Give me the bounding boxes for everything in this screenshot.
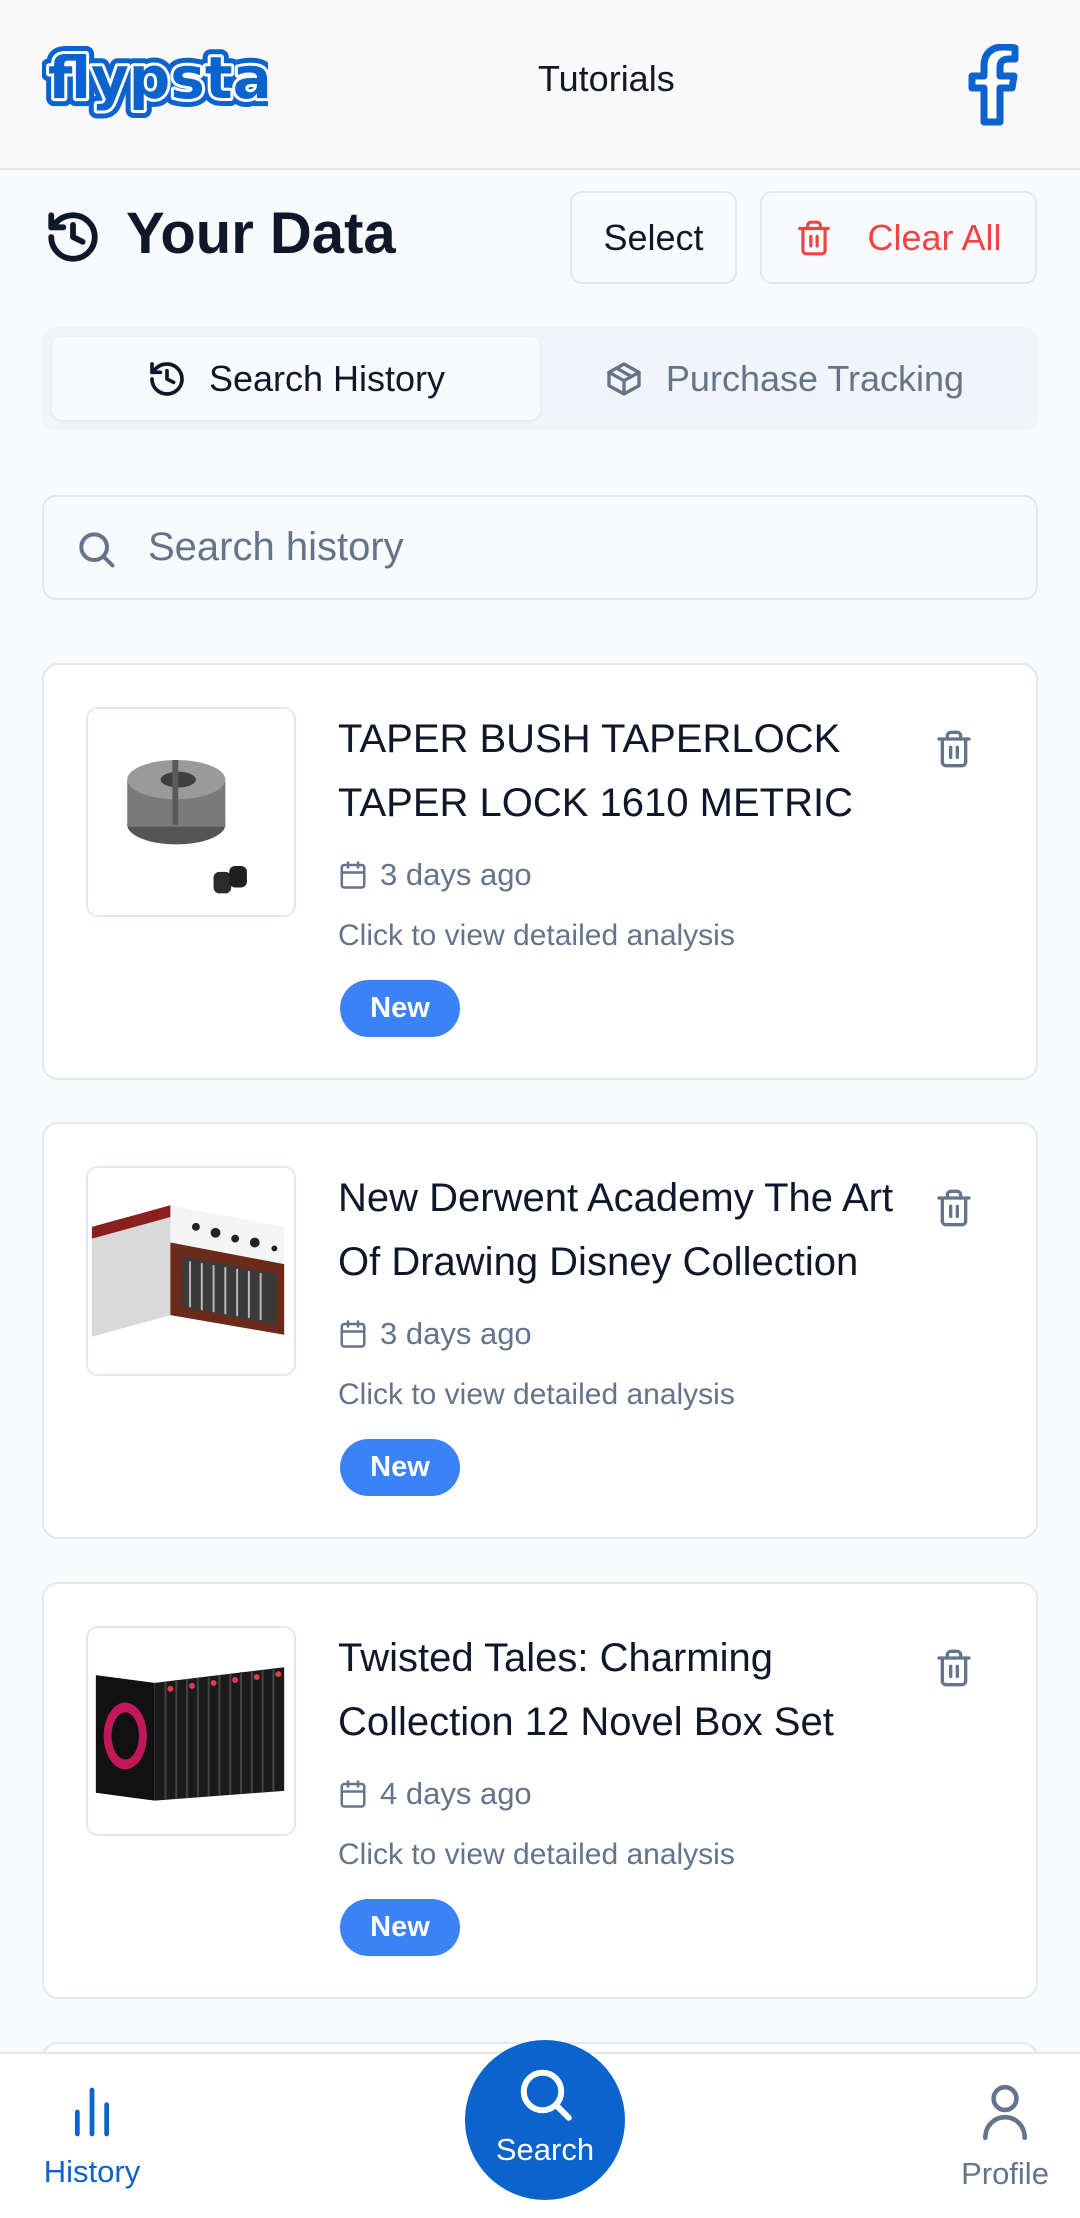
calendar-icon (340, 861, 366, 889)
book-box-set-image (88, 1628, 294, 1834)
search-icon (79, 532, 115, 568)
history-icon (150, 361, 184, 396)
card-title: Twisted Tales: Charming Collection 12 No… (338, 1636, 834, 1744)
app-page: flypsta flypsta flypsta Tutorials Your D… (0, 0, 1080, 2218)
nav-history-label: History (43, 2154, 141, 2189)
new-badge: New (340, 1899, 460, 1956)
nav-profile[interactable]: Profile (940, 2080, 1070, 2200)
card-title: New Derwent Academy The Art Of Drawing D… (338, 1176, 894, 1284)
card-title: TAPER BUSH TAPERLOCK TAPER LOCK 1610 MET… (338, 717, 853, 825)
calendar-icon (340, 1780, 366, 1808)
flypsta-logo[interactable]: flypsta flypsta flypsta (42, 40, 268, 126)
tab-label: Purchase Tracking (665, 357, 965, 399)
search-box (42, 495, 1038, 600)
taper-bush-image (88, 709, 294, 915)
data-tabs: Search History Purchase Tracking (42, 327, 1038, 430)
history-card[interactable]: TAPER BUSH TAPERLOCK TAPER LOCK 1610 MET… (42, 663, 1038, 1080)
search-input[interactable] (148, 497, 1008, 598)
date-text: 3 days ago (380, 857, 532, 892)
bottom-navigation: History Search Profile (0, 2040, 1080, 2218)
card-hint: Click to view detailed analysis (338, 1378, 735, 1411)
trash-icon (798, 220, 831, 255)
package-icon (607, 361, 641, 396)
trash-icon[interactable] (934, 1186, 974, 1230)
card-hint: Click to view detailed analysis (338, 1838, 735, 1871)
bar-chart-icon (74, 2087, 110, 2137)
tab-label: Search History (208, 357, 446, 399)
trash-icon[interactable] (934, 727, 974, 771)
nav-search-label: Search (495, 2132, 595, 2167)
clear-all-label: Clear All (867, 216, 1002, 258)
product-thumbnail (86, 1166, 296, 1376)
history-icon (48, 212, 98, 262)
tab-search-history[interactable]: Search History (52, 337, 540, 420)
card-date: 4 days ago (338, 1776, 532, 1812)
nav-search-button[interactable]: Search (465, 2040, 625, 2200)
top-header: flypsta flypsta flypsta Tutorials (0, 0, 1080, 170)
product-thumbnail (86, 707, 296, 917)
history-card[interactable]: New Derwent Academy The Art Of Drawing D… (42, 1122, 1038, 1539)
date-text: 3 days ago (380, 1316, 532, 1351)
new-badge: New (340, 980, 460, 1037)
card-hint: Click to view detailed analysis (338, 919, 735, 952)
calendar-icon (340, 1320, 366, 1348)
facebook-icon[interactable] (966, 44, 1022, 126)
card-date: 3 days ago (338, 857, 532, 893)
nav-history[interactable]: History (30, 2080, 154, 2200)
select-button[interactable]: Select (570, 191, 737, 284)
drawing-set-image (88, 1168, 294, 1374)
trash-icon[interactable] (934, 1646, 974, 1690)
date-text: 4 days ago (380, 1776, 532, 1811)
product-thumbnail (86, 1626, 296, 1836)
user-icon (983, 2084, 1027, 2140)
tutorials-link[interactable]: Tutorials (538, 58, 675, 100)
history-card[interactable]: Twisted Tales: Charming Collection 12 No… (42, 1582, 1038, 1999)
tab-purchase-tracking[interactable]: Purchase Tracking (540, 337, 1028, 420)
search-icon (520, 2069, 572, 2121)
page-title: Your Data (126, 201, 396, 266)
clear-all-button[interactable]: Clear All (760, 191, 1037, 284)
new-badge: New (340, 1439, 460, 1496)
logo-text: flypsta (48, 44, 268, 112)
nav-profile-label: Profile (961, 2156, 1049, 2191)
card-date: 3 days ago (338, 1316, 532, 1352)
